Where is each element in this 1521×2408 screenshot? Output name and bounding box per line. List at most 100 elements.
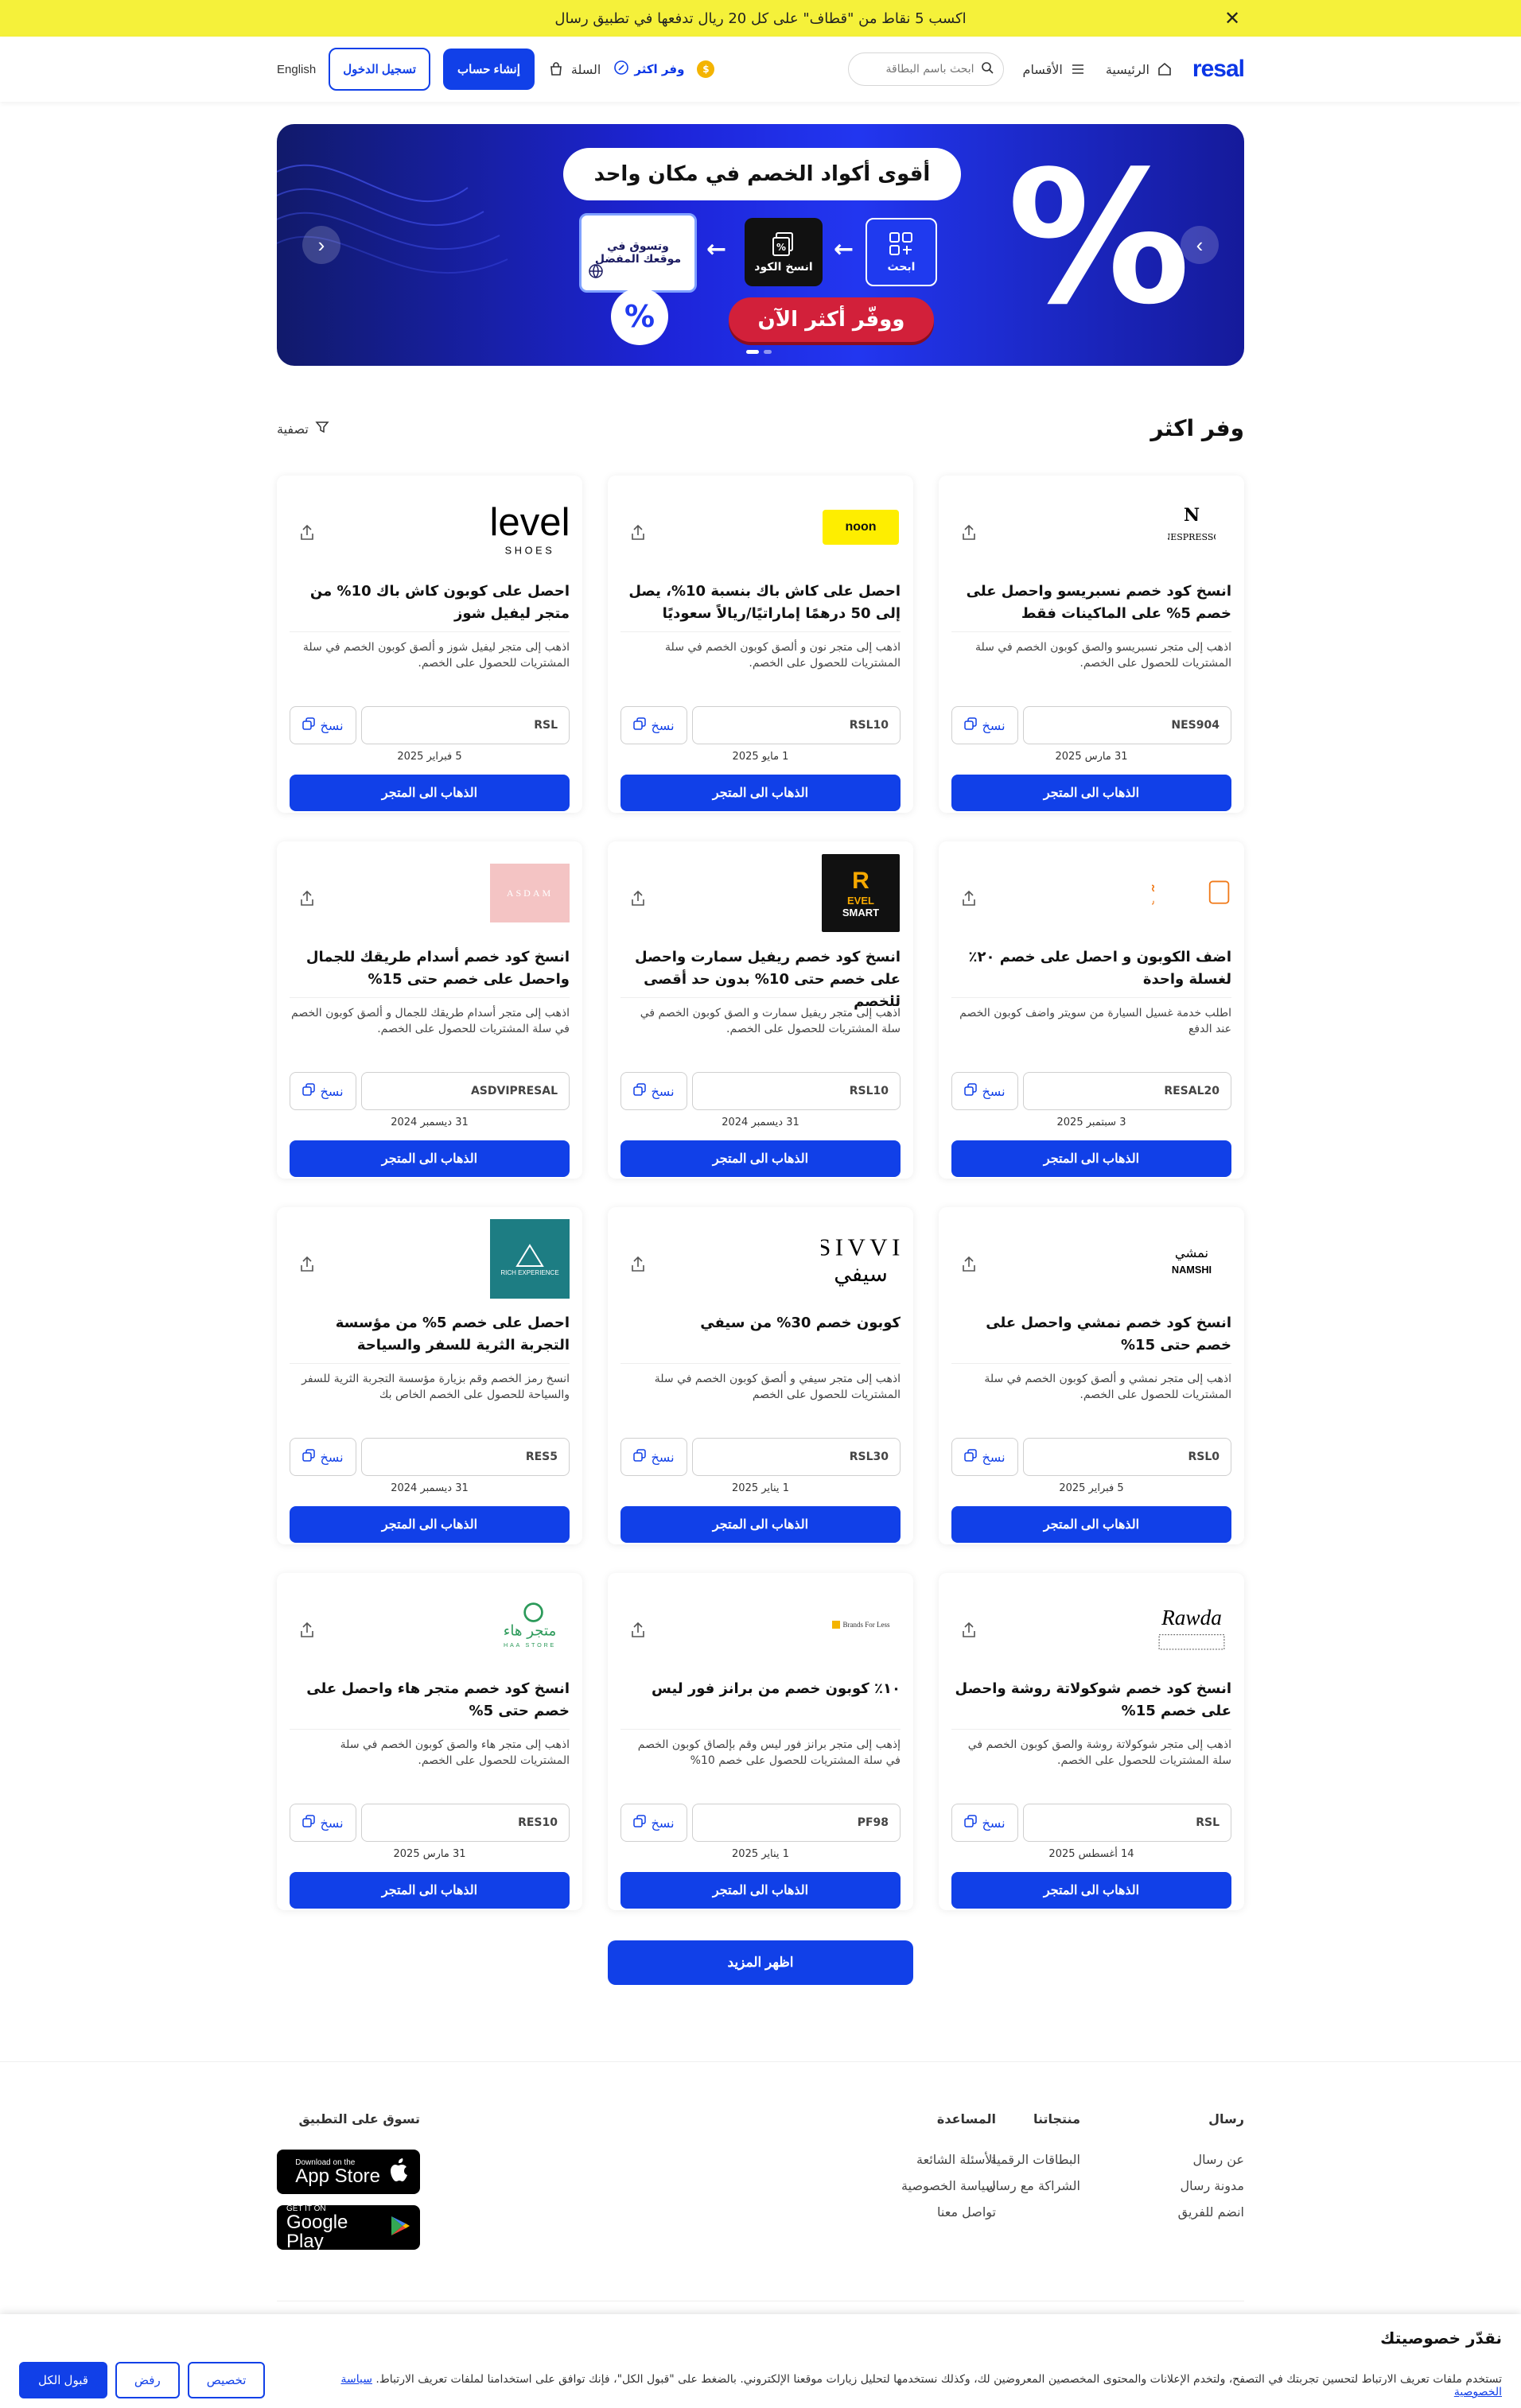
share-icon[interactable]	[958, 523, 978, 544]
share-icon[interactable]	[627, 1621, 648, 1641]
copy-icon	[633, 717, 647, 733]
coupon-title: احصل على خصم 5% من مؤسسة التجربة الثرية …	[335, 1315, 570, 1354]
go-to-store-button[interactable]: الذهاب الى المتجر	[290, 1140, 570, 1177]
share-icon[interactable]	[296, 1255, 317, 1276]
apple-icon	[388, 2157, 410, 2187]
carousel-prev-button[interactable]: ‹	[302, 226, 340, 264]
copy-code-button[interactable]: نسخ	[620, 1804, 687, 1842]
copy-code-button[interactable]: نسخ	[290, 1804, 356, 1842]
go-to-store-button[interactable]: الذهاب الى المتجر	[620, 1140, 901, 1177]
go-to-store-button[interactable]: الذهاب الى المتجر	[951, 1506, 1231, 1543]
filter-button[interactable]: تصفية	[277, 420, 329, 437]
cart-icon	[547, 60, 565, 78]
share-icon[interactable]	[958, 1255, 978, 1276]
carousel-dot-active[interactable]	[746, 350, 759, 354]
coupon-card[interactable]: ASDAM انسخ كود خصم أسدام طريقك للجمال واح…	[277, 841, 582, 1179]
go-to-store-button[interactable]: الذهاب الى المتجر	[951, 1140, 1231, 1177]
coupon-card[interactable]: SIVVI سيفي كوبون خصم 30% من سيفي اذهب إلى م…	[608, 1207, 913, 1544]
nav-categories[interactable]: الأقسام	[1023, 60, 1087, 78]
copy-code-button[interactable]: نسخ	[290, 1438, 356, 1476]
copy-code-button[interactable]: نسخ	[620, 1072, 687, 1110]
coupon-description: اطلب خدمة غسيل السيارة من سويتر واضف كوب…	[959, 1007, 1231, 1035]
copy-code-button[interactable]: نسخ	[620, 1438, 687, 1476]
share-icon[interactable]	[958, 889, 978, 910]
load-more-button[interactable]: اظهر المزيد	[608, 1940, 913, 1985]
copy-icon	[302, 717, 316, 733]
footer-link[interactable]: سياسة الخصوصية	[901, 2178, 996, 2193]
go-to-store-button[interactable]: الذهاب الى المتجر	[290, 1872, 570, 1909]
close-icon[interactable]: ✕	[1222, 8, 1243, 29]
footer-link[interactable]: مدونة رسال	[1178, 2178, 1244, 2193]
copy-icon	[633, 1815, 647, 1831]
coupon-card[interactable]: R EVEL SMART انسخ كود خصم ريفيل سمارت واحصل…	[608, 841, 913, 1179]
copy-icon	[964, 1083, 978, 1099]
share-icon[interactable]	[627, 523, 648, 544]
share-icon[interactable]	[627, 1255, 648, 1276]
hero-cta-button[interactable]: ووفّر أكثر الآن	[729, 297, 934, 342]
coupon-title: انسخ كود خصم ريفيل سمارت واحصل على خصم ح…	[635, 949, 901, 1010]
carousel-next-button[interactable]: ›	[1181, 226, 1219, 264]
footer-link[interactable]: انضم للفريق	[1178, 2204, 1244, 2220]
create-account-button[interactable]: إنشاء حساب	[443, 49, 535, 90]
points-coin-icon[interactable]: $	[697, 60, 715, 78]
go-to-store-button[interactable]: الذهاب الى المتجر	[290, 1506, 570, 1543]
coupon-card[interactable]: نمشي NAMSHI انسخ كود خصم نمشي واحصل على خص…	[939, 1207, 1244, 1544]
language-switch[interactable]: English	[277, 63, 316, 76]
footer-col-title: المساعدة	[936, 2111, 996, 2126]
save-more-link[interactable]: وفر اكثر	[613, 60, 684, 79]
card-divider	[290, 1729, 570, 1730]
share-icon[interactable]	[958, 1621, 978, 1641]
copy-code-button[interactable]: نسخ	[951, 1072, 1018, 1110]
login-button[interactable]: تسجيل الدخول	[329, 48, 431, 91]
coupon-card[interactable]: level SHOES احصل على كوبون كاش باك 10% من …	[277, 476, 582, 813]
copy-code-button[interactable]: نسخ	[290, 1072, 356, 1110]
home-icon	[1156, 60, 1173, 78]
coupon-description: اذهب إلى متجر أسدام طريقك للجمال و ألصق …	[291, 1007, 570, 1035]
coupon-expiry-date: 5 فبراير 2025	[1059, 1482, 1124, 1494]
copy-code-button[interactable]: نسخ	[951, 1804, 1018, 1842]
app-store-button[interactable]: Download on the App Store	[277, 2150, 420, 2194]
nav-home[interactable]: الرئيسية	[1106, 60, 1173, 78]
footer-link[interactable]: الأسئلة الشائعة	[901, 2152, 996, 2167]
go-to-store-button[interactable]: الذهاب الى المتجر	[951, 1872, 1231, 1909]
copy-code-button[interactable]: نسخ	[951, 706, 1018, 744]
logo[interactable]: resal	[1192, 56, 1245, 83]
search-box[interactable]	[847, 52, 1004, 86]
coupon-card[interactable]: SWEATERسويتر اضف الكوبون و احصل على خصم ٢…	[939, 841, 1244, 1179]
search-input[interactable]	[862, 63, 974, 76]
footer-link[interactable]: الشراكة مع رسال	[986, 2178, 1080, 2193]
carousel-dot[interactable]	[764, 350, 772, 354]
google-play-button[interactable]: GET IT ON Google Play	[277, 2204, 420, 2251]
customize-button[interactable]: تخصيص	[187, 2362, 266, 2398]
copy-code-button[interactable]: نسخ	[290, 706, 356, 744]
footer-link[interactable]: البطاقات الرقمية	[986, 2152, 1080, 2167]
coupon-card[interactable]: متجر هاء HAA STORE انسخ كود خصم متجر هاء و…	[277, 1573, 582, 1910]
go-to-store-button[interactable]: الذهاب الى المتجر	[620, 1506, 901, 1543]
go-to-store-button[interactable]: الذهاب الى المتجر	[620, 775, 901, 811]
footer-link[interactable]: عن رسال	[1178, 2152, 1244, 2167]
accept-all-button[interactable]: قبول الكل	[19, 2362, 107, 2398]
share-icon[interactable]	[296, 1621, 317, 1641]
coupon-card[interactable]: N NESPRESSO انسخ كود خصم نسبريسو واحصل على…	[939, 476, 1244, 813]
reject-button[interactable]: رفض	[115, 2362, 180, 2398]
go-to-store-button[interactable]: الذهاب الى المتجر	[290, 775, 570, 811]
svg-text:SWEATER: SWEATER	[1152, 883, 1155, 894]
coupon-card[interactable]: noon احصل على كاش باك بنسبة 10%، يصل إلى …	[608, 476, 913, 813]
share-icon[interactable]	[296, 889, 317, 910]
share-icon[interactable]	[296, 523, 317, 544]
share-icon[interactable]	[627, 889, 648, 910]
footer-link[interactable]: تواصل معنا	[901, 2204, 996, 2220]
coupon-code-row: ASDVIPRESAL نسخ	[290, 1072, 570, 1110]
hero-banner[interactable]: % أقوى أكواد الخصم في مكان واحد ابحث ← %…	[277, 124, 1244, 366]
coupon-code: RSL	[1023, 1804, 1231, 1842]
svg-text:سيفي: سيفي	[834, 1262, 888, 1287]
cart-link[interactable]: السلة	[547, 60, 601, 78]
coupon-card[interactable]: Rawda انسخ كود خصم شوكولاتة روشة واحصل عل…	[939, 1573, 1244, 1910]
copy-code-button[interactable]: نسخ	[951, 1438, 1018, 1476]
copy-code-button[interactable]: نسخ	[620, 706, 687, 744]
go-to-store-button[interactable]: الذهاب الى المتجر	[951, 775, 1231, 811]
coupon-card[interactable]: Brands For Less ١٠٪ كوبون خصم من برانز فو…	[608, 1573, 913, 1910]
go-to-store-button[interactable]: الذهاب الى المتجر	[620, 1872, 901, 1909]
coupon-card[interactable]: RICH EXPERIENCE احصل على خصم 5% من مؤسسة …	[277, 1207, 582, 1544]
coupon-description: اذهب إلى متجر نمشي و ألصق كوبون الخصم في…	[984, 1373, 1231, 1401]
